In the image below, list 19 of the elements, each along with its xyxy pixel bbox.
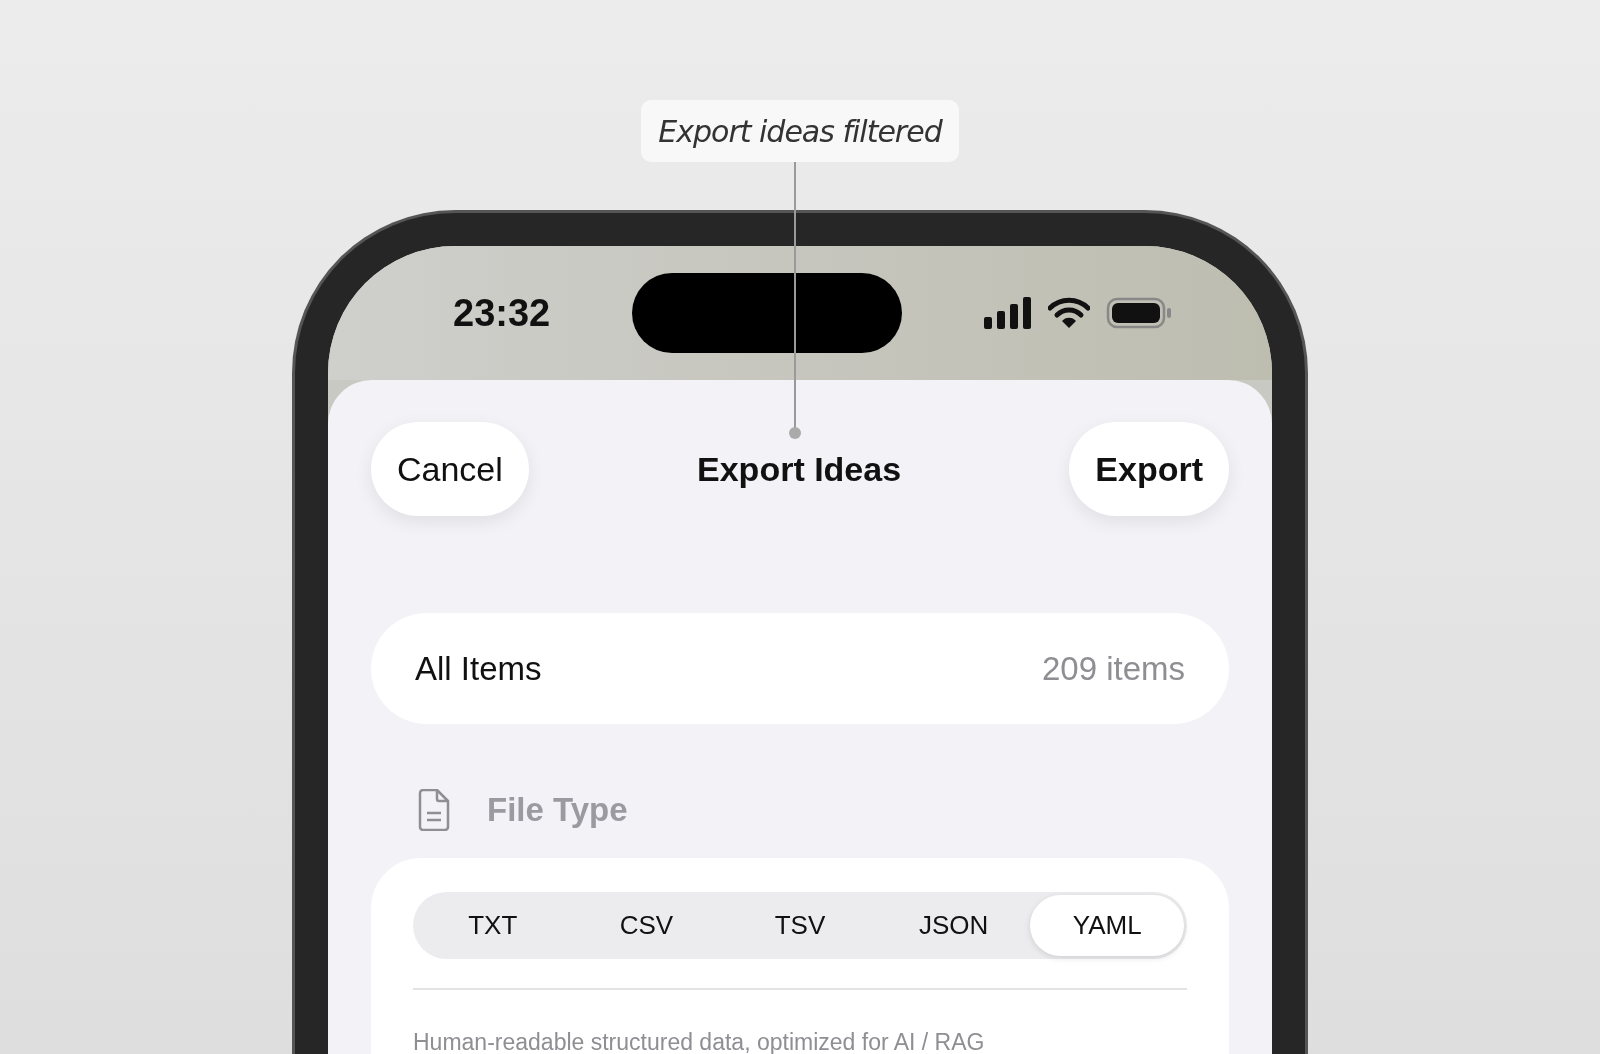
format-tab[interactable]: YAML xyxy=(1030,895,1184,956)
format-tab[interactable]: TSV xyxy=(723,895,877,956)
callout-label: Export ideas filtered xyxy=(641,100,959,162)
format-description: Human-readable structured data, optimized for AI / RAG xyxy=(413,1030,986,1054)
format-tab[interactable]: JSON xyxy=(876,895,1031,956)
cancel-button[interactable]: Cancel xyxy=(371,422,529,516)
scope-row[interactable]: All Items 209 items xyxy=(371,613,1229,724)
export-button[interactable]: Export xyxy=(1069,422,1229,516)
section-header: File Type xyxy=(487,790,628,831)
signal-icon xyxy=(984,297,1032,329)
sheet-title: Export Ideas xyxy=(697,448,902,490)
status-time: 23:32 xyxy=(453,290,551,336)
scope-label: All Items xyxy=(415,648,542,689)
format-tab[interactable]: CSV xyxy=(569,895,724,956)
format-tab[interactable]: TXT xyxy=(416,895,570,956)
battery-icon xyxy=(1106,297,1172,329)
wifi-icon xyxy=(1048,297,1090,329)
item-count: 209 items xyxy=(1041,648,1185,689)
document-icon xyxy=(417,789,451,831)
